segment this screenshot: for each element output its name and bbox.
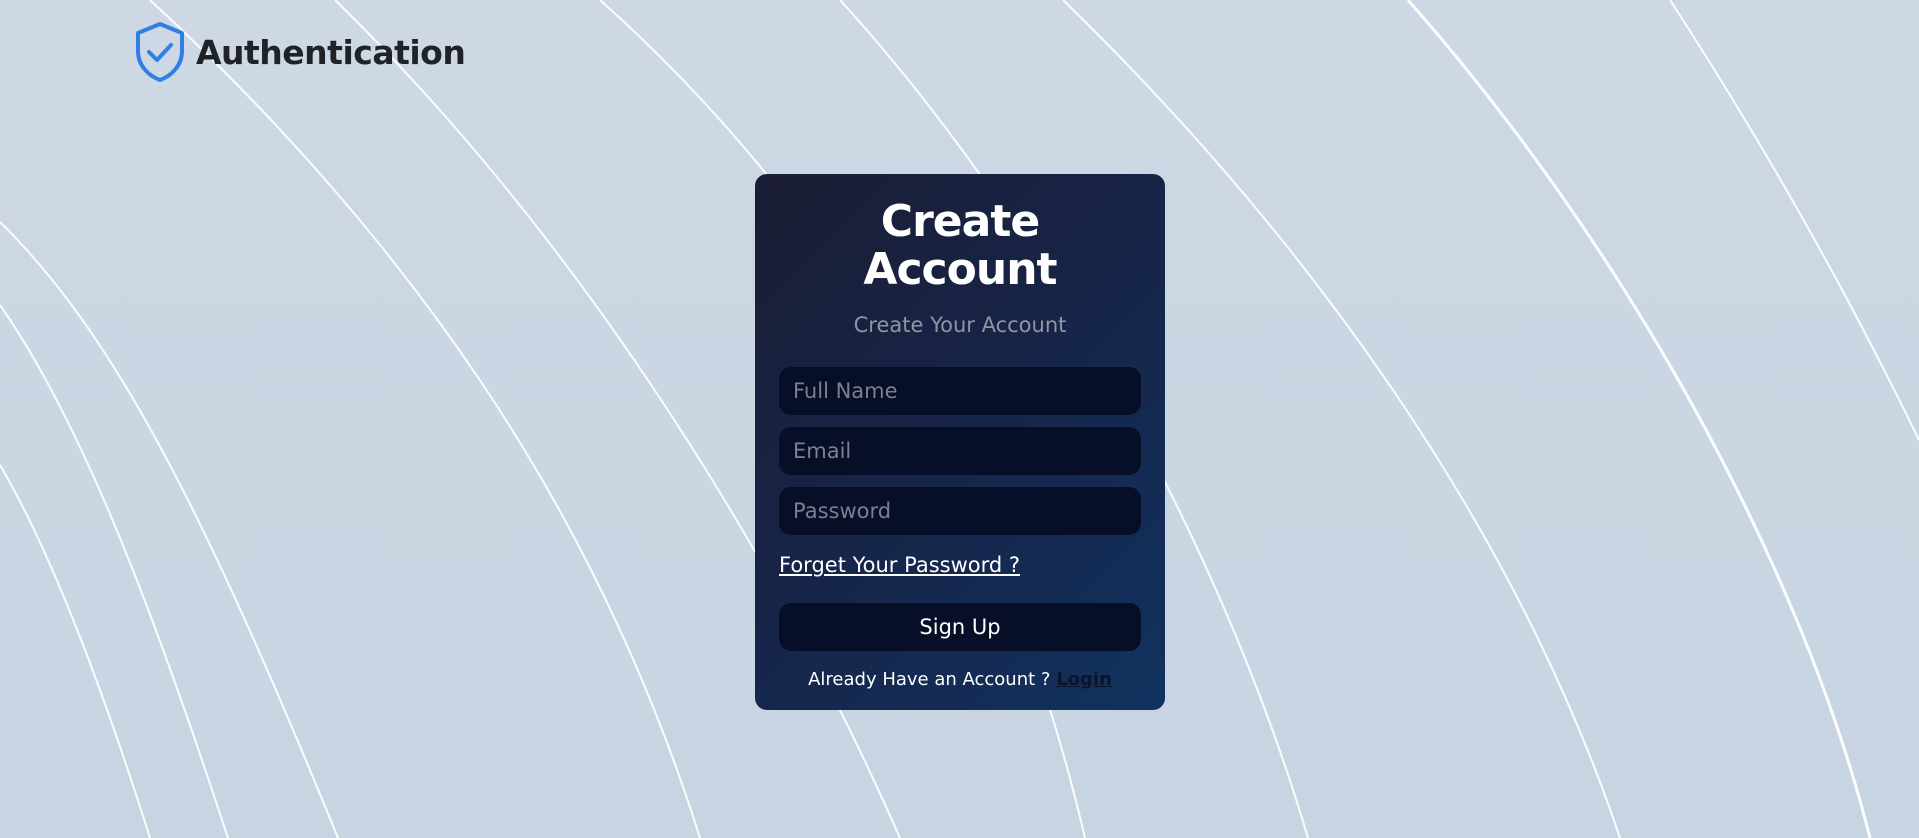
- email-input[interactable]: [791, 437, 1129, 464]
- login-prompt: Already Have an Account ?: [808, 668, 1051, 690]
- password-input[interactable]: [791, 497, 1129, 524]
- login-row: Already Have an Account ? Login: [779, 669, 1141, 690]
- brand: Authentication: [134, 21, 466, 83]
- password-field: [779, 486, 1141, 535]
- full-name-input[interactable]: [791, 377, 1129, 404]
- card-subtitle: Create Your Account: [853, 312, 1067, 337]
- login-link[interactable]: Login: [1056, 669, 1112, 690]
- email-field: [779, 426, 1141, 475]
- shield-check-icon: [136, 22, 184, 82]
- card-title: Create Account: [863, 196, 1057, 296]
- forgot-password-link[interactable]: Forget Your Password ?: [779, 553, 1020, 577]
- brand-title: Authentication: [196, 32, 466, 72]
- signup-card: Create Account Create Your Account Forge…: [755, 174, 1165, 710]
- full-name-field: [779, 366, 1141, 415]
- sign-up-button[interactable]: Sign Up: [779, 602, 1141, 651]
